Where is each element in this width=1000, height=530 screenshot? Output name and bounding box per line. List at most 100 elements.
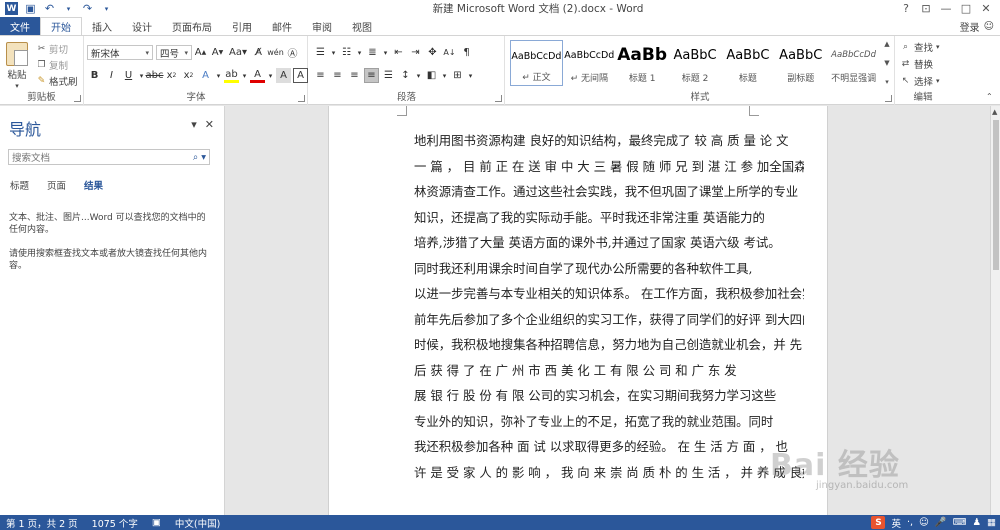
- underline-dropdown-icon[interactable]: ▾: [138, 68, 145, 83]
- gallery-up-icon[interactable]: ▲: [884, 40, 889, 48]
- document-line[interactable]: 展 银 行 股 份 有 限 公司的实习机会，在实习期间我努力学习这些: [414, 383, 804, 409]
- sogou-ime-icon[interactable]: S: [871, 516, 886, 529]
- character-border-icon[interactable]: A: [293, 68, 308, 83]
- document-body[interactable]: 地利用图书资源构建 良好的知识结构，最终完成了 较 高 质 量 论 文一 篇 ，…: [414, 128, 804, 485]
- style-subtle-emphasis[interactable]: AaBbCcDd 不明显强调: [827, 40, 880, 86]
- highlight-color-icon[interactable]: ab: [224, 68, 239, 83]
- font-launcher-icon[interactable]: [298, 95, 305, 102]
- ribbon-display-options-icon[interactable]: ⊡: [916, 2, 936, 15]
- gallery-more-icon[interactable]: ▾: [885, 78, 889, 86]
- page-count[interactable]: 第 1 页，共 2 页: [6, 516, 78, 530]
- document-line[interactable]: 时候，我积极地搜集各种招聘信息，努力地为自己创造就业机会，并 先: [414, 332, 804, 358]
- toolbox-icon[interactable]: ▦: [987, 517, 996, 528]
- shading-icon[interactable]: ◧: [424, 68, 439, 83]
- scroll-thumb[interactable]: [993, 120, 999, 270]
- find-button[interactable]: ⌕ 查找 ▾: [900, 40, 940, 55]
- line-spacing-dropdown-icon[interactable]: ▾: [415, 68, 422, 83]
- keyboard-icon[interactable]: ⌨: [953, 517, 967, 528]
- subscript-icon[interactable]: x2: [164, 68, 179, 83]
- borders-icon[interactable]: ⊞: [450, 68, 465, 83]
- shrink-font-icon[interactable]: A ▼: [210, 45, 225, 60]
- phonetic-guide-icon[interactable]: wén: [267, 45, 284, 60]
- font-color-dropdown-icon[interactable]: ▾: [267, 68, 274, 83]
- nav-tab-headings[interactable]: 标题: [10, 178, 29, 192]
- document-line[interactable]: 一 篇 ， 目 前 正 在 送 审 中 大 三 暑 假 随 师 兄 到 湛 江 …: [414, 154, 804, 180]
- document-line[interactable]: 以进一步完善与本专业相关的知识体系。 在工作方面，我积极参加社会实践: [414, 281, 804, 307]
- text-effects-dropdown-icon[interactable]: ▾: [215, 68, 222, 83]
- style-heading-2[interactable]: AaBbC 标题 2: [669, 40, 722, 86]
- style-title[interactable]: AaBbC 标题: [721, 40, 774, 86]
- show-marks-icon[interactable]: ¶: [459, 45, 474, 60]
- borders-dropdown-icon[interactable]: ▾: [467, 68, 474, 83]
- align-center-icon[interactable]: ≡: [330, 68, 345, 83]
- tab-view[interactable]: 视图: [342, 17, 382, 35]
- nav-close-icon[interactable]: ✕: [205, 118, 214, 131]
- document-line[interactable]: 前年先后参加了多个企业组织的实习工作，获得了同学们的好评 到大四的: [414, 307, 804, 333]
- highlight-dropdown-icon[interactable]: ▾: [241, 68, 248, 83]
- chinese-layout-icon[interactable]: ✥: [425, 45, 440, 60]
- select-button[interactable]: ↖ 选择 ▾: [900, 74, 940, 89]
- tab-references[interactable]: 引用: [222, 17, 262, 35]
- cut-button[interactable]: ✂ 剪切: [36, 42, 68, 57]
- nav-tab-pages[interactable]: 页面: [47, 178, 66, 192]
- microphone-icon[interactable]: 🎤: [935, 517, 947, 528]
- tab-insert[interactable]: 插入: [82, 17, 122, 35]
- numbering-dropdown-icon[interactable]: ▾: [356, 45, 363, 60]
- decrease-indent-icon[interactable]: ⇤: [391, 45, 406, 60]
- styles-launcher-icon[interactable]: [885, 95, 892, 102]
- scroll-up-icon[interactable]: ▲: [992, 108, 997, 116]
- font-name-combo[interactable]: 新宋体 ▾: [87, 45, 153, 60]
- document-line[interactable]: 知识，还提高了我的实际动手能。平时我还非常注重 英语能力的: [414, 205, 804, 231]
- nav-tab-results[interactable]: 结果: [84, 178, 103, 192]
- increase-indent-icon[interactable]: ⇥: [408, 45, 423, 60]
- word-count[interactable]: 1075 个字: [92, 516, 138, 530]
- numbering-icon[interactable]: ☷: [339, 45, 354, 60]
- align-right-icon[interactable]: ≡: [347, 68, 362, 83]
- undo-dropdown-icon[interactable]: ▾: [62, 2, 75, 15]
- text-effects-icon[interactable]: A: [198, 68, 213, 83]
- style-heading-1[interactable]: AaBb 标题 1: [616, 40, 669, 86]
- close-button[interactable]: ✕: [976, 2, 996, 15]
- character-shading-icon[interactable]: A: [276, 68, 291, 83]
- document-line[interactable]: 我还积极参加各种 面 试 以求取得更多的经验。 在 生 活 方 面 ， 也: [414, 434, 804, 460]
- justify-icon[interactable]: ≡: [364, 68, 379, 83]
- customize-toolbar-icon[interactable]: ▾: [100, 2, 113, 15]
- multilevel-dropdown-icon[interactable]: ▾: [382, 45, 389, 60]
- copy-button[interactable]: ❐ 复制: [36, 58, 68, 73]
- shading-dropdown-icon[interactable]: ▾: [441, 68, 448, 83]
- ime-language[interactable]: 英: [891, 516, 901, 530]
- emoji-icon[interactable]: ☺: [919, 517, 929, 528]
- gallery-down-icon[interactable]: ▼: [884, 59, 889, 67]
- document-line[interactable]: 培养,涉猎了大量 英语方面的课外书,并通过了国家 英语六级 考试。: [414, 230, 804, 256]
- document-line[interactable]: 专业外的知识，弥补了专业上的不足，拓宽了我的就业范围。同时: [414, 409, 804, 435]
- login-link[interactable]: 登录: [960, 19, 980, 34]
- tab-home[interactable]: 开始: [40, 17, 82, 35]
- document-line[interactable]: 许 是 受 家 人 的 影 响 ， 我 向 来 崇 尚 质 朴 的 生 活 ， …: [414, 460, 804, 486]
- grow-font-icon[interactable]: A ▲: [193, 45, 208, 60]
- italic-icon[interactable]: I: [104, 68, 119, 83]
- format-painter-button[interactable]: ✎ 格式刷: [36, 74, 78, 89]
- nav-options-icon[interactable]: ▾: [191, 118, 197, 131]
- distributed-icon[interactable]: ☰: [381, 68, 396, 83]
- style-normal[interactable]: AaBbCcDd ↵ 正文: [510, 40, 563, 86]
- line-spacing-icon[interactable]: ↕: [398, 68, 413, 83]
- style-subtitle[interactable]: AaBbC 副标题: [774, 40, 827, 86]
- tab-file[interactable]: 文件: [0, 17, 40, 35]
- style-no-spacing[interactable]: AaBbCcDd ↵ 无间隔: [563, 40, 616, 86]
- replace-button[interactable]: ⇄ 替换: [900, 57, 940, 72]
- enclose-characters-icon[interactable]: Ⓐ: [285, 45, 300, 60]
- strikethrough-icon[interactable]: abc: [146, 68, 164, 83]
- magnifier-icon[interactable]: ⌕ ▾: [193, 152, 206, 163]
- bullets-dropdown-icon[interactable]: ▾: [330, 45, 337, 60]
- change-case-icon[interactable]: Aa▾: [227, 45, 249, 60]
- vertical-scrollbar[interactable]: ▲: [990, 106, 1000, 515]
- font-size-combo[interactable]: 四号 ▾: [156, 45, 192, 60]
- proofing-icon[interactable]: ▣: [152, 517, 161, 528]
- tab-review[interactable]: 审阅: [302, 17, 342, 35]
- collapse-ribbon-icon[interactable]: ⌃: [986, 92, 993, 101]
- smiley-feedback-icon[interactable]: ☺: [984, 21, 994, 32]
- document-line[interactable]: 地利用图书资源构建 良好的知识结构，最终完成了 较 高 质 量 论 文: [414, 128, 804, 154]
- document-line[interactable]: 后 获 得 了 在 广 州 市 西 美 化 工 有 限 公 司 和 广 东 发: [414, 358, 804, 384]
- paragraph-launcher-icon[interactable]: [495, 95, 502, 102]
- restore-button[interactable]: □: [956, 2, 976, 15]
